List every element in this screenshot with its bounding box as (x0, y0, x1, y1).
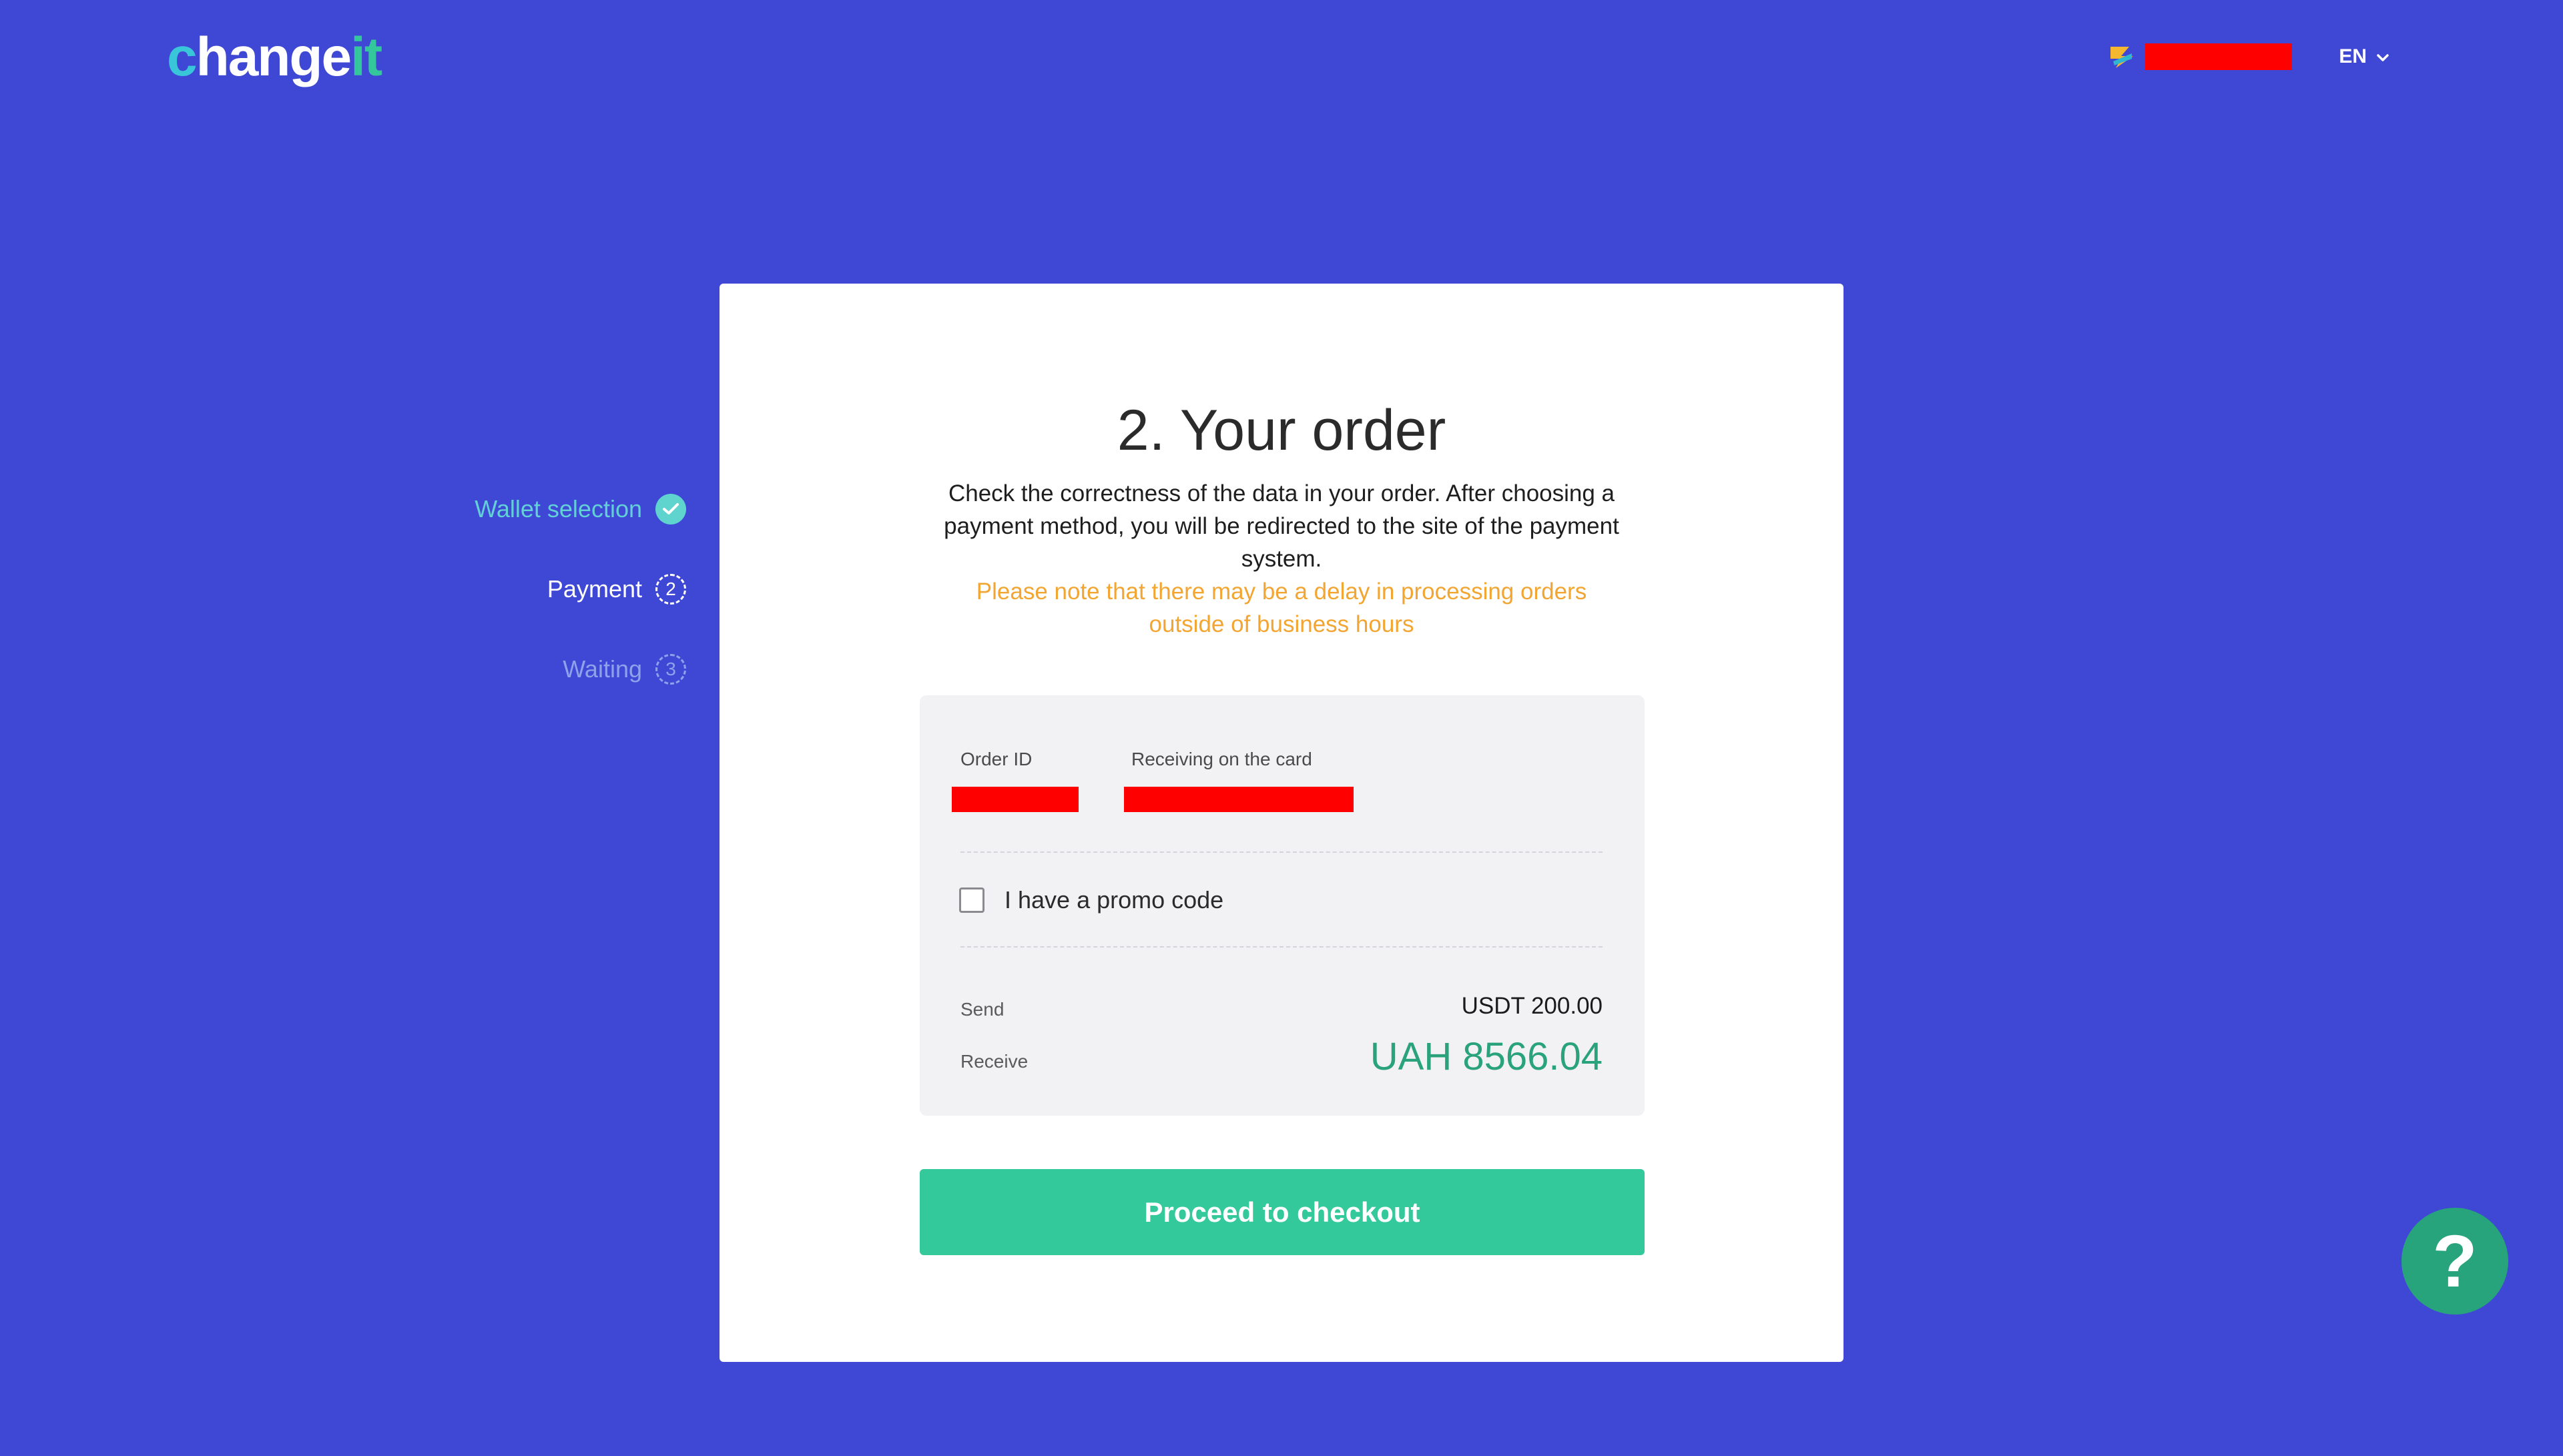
progress-steps: Wallet selection Payment 2 Waiting 3 (475, 492, 686, 686)
step-label: Wallet selection (475, 495, 642, 522)
chevron-down-icon (2376, 45, 2389, 68)
step-number-badge: 2 (655, 574, 686, 605)
help-button[interactable]: ? (2401, 1208, 2508, 1315)
receive-amount: UAH 8566.04 (1370, 1035, 1603, 1078)
receiving-card-label: Receiving on the card (1131, 749, 1312, 769)
order-description: Check the correctness of the data in you… (720, 477, 1843, 575)
order-id-redacted (952, 787, 1079, 812)
logo-part-3: it (350, 27, 382, 87)
business-hours-note: Please note that there may be a delay in… (720, 575, 1843, 641)
divider (960, 946, 1603, 948)
check-icon (655, 494, 686, 524)
promo-code-checkbox[interactable] (959, 887, 984, 913)
promo-code-label: I have a promo code (1005, 886, 1224, 914)
language-selector[interactable]: EN (2339, 45, 2389, 68)
send-label: Send (960, 999, 1005, 1020)
order-summary-panel: Order ID Receiving on the card I have a … (920, 695, 1645, 1116)
step-waiting: Waiting 3 (563, 653, 686, 686)
receive-label: Receive (960, 1051, 1029, 1072)
question-mark-icon: ? (2432, 1220, 2478, 1303)
order-card: 2. Your order Check the correctness of t… (720, 284, 1843, 1362)
logo-part-1: c (167, 27, 198, 87)
proceed-to-checkout-button[interactable]: Proceed to checkout (920, 1169, 1645, 1255)
order-id-label: Order ID (960, 749, 1033, 769)
header-right: EN (2106, 41, 2389, 72)
logo-part-2: hange (196, 27, 352, 87)
user-logo-icon (2106, 41, 2137, 72)
send-amount: USDT 200.00 (1461, 993, 1603, 1019)
user-account[interactable] (2106, 41, 2293, 72)
step-payment: Payment 2 (547, 573, 686, 606)
step-wallet-selection[interactable]: Wallet selection (475, 492, 686, 526)
card-number-redacted (1124, 787, 1354, 812)
business-hours-note-text: Please note that there may be a delay in… (976, 579, 1587, 637)
page-title: 2. Your order (1117, 398, 1446, 462)
user-name-redacted (2145, 43, 2293, 70)
promo-code-toggle[interactable]: I have a promo code (959, 886, 1223, 914)
language-label: EN (2339, 45, 2367, 67)
order-description-text: Check the correctness of the data in you… (944, 480, 1619, 572)
logo[interactable]: changeit (167, 24, 382, 91)
step-label: Payment (547, 575, 642, 603)
step-label: Waiting (563, 655, 642, 683)
divider (960, 851, 1603, 853)
step-number-badge: 3 (655, 654, 686, 685)
